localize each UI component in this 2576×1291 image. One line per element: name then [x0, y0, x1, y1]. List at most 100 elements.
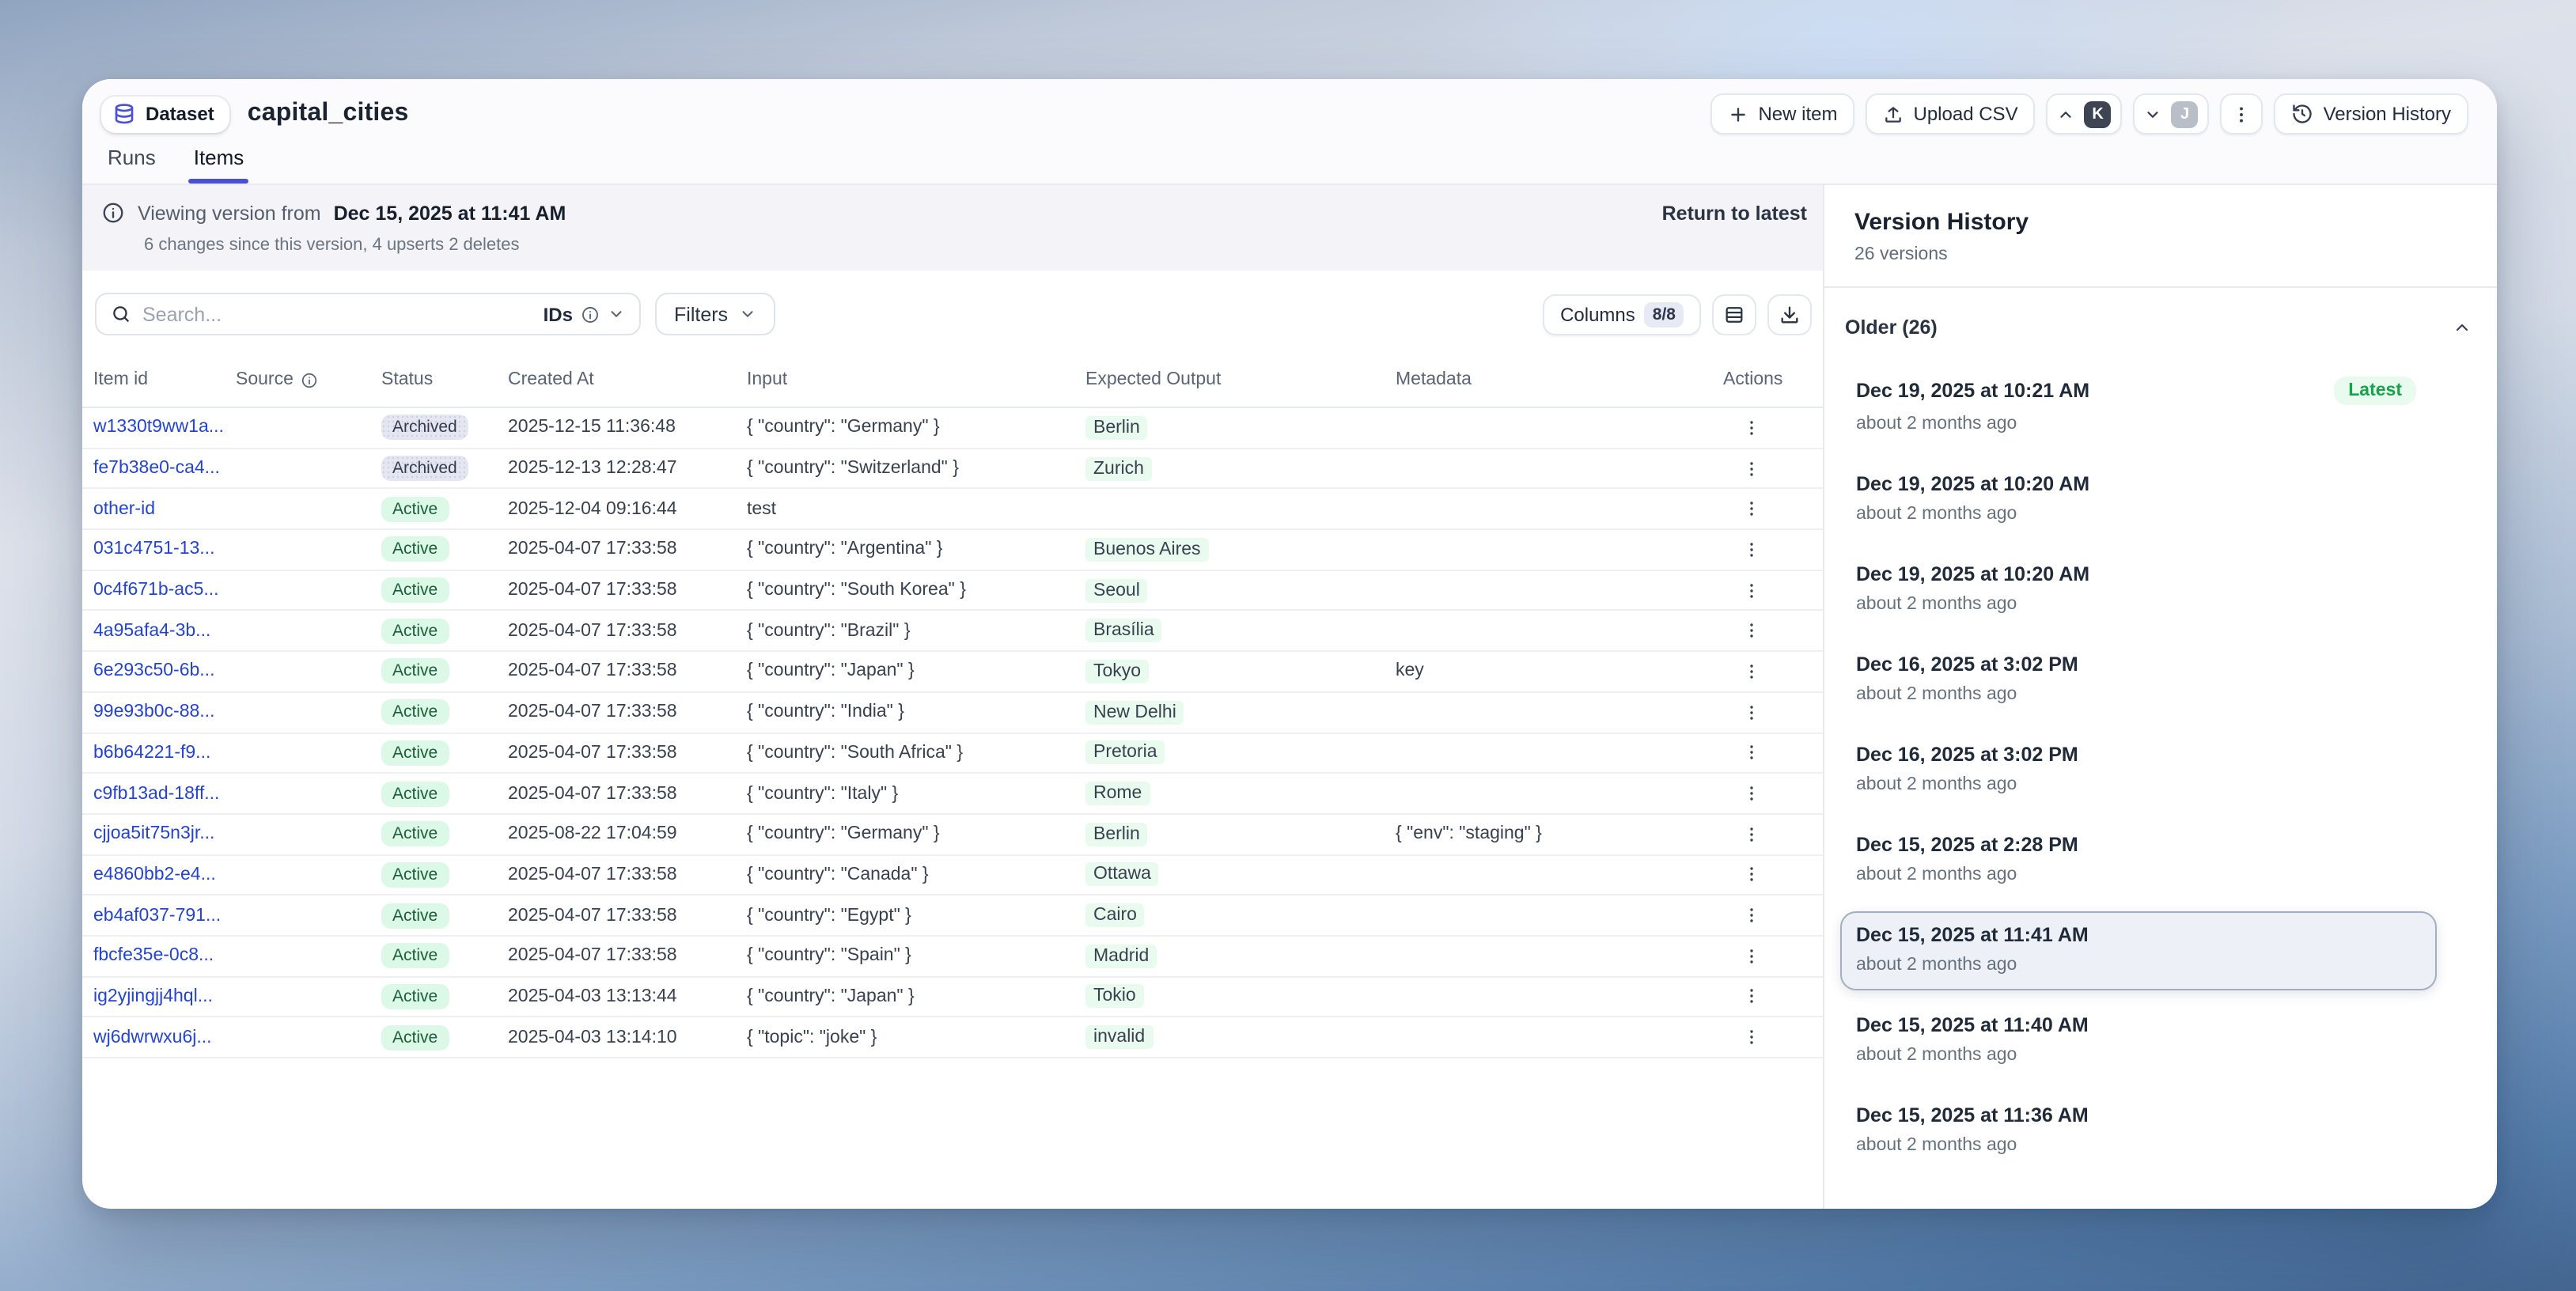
row-actions-kebab-icon[interactable] — [1736, 945, 1767, 968]
chevron-down-icon — [739, 305, 756, 323]
chevron-up-icon[interactable] — [2453, 318, 2472, 337]
table-row[interactable]: 0c4f671b-ac5... Active 2025-04-07 17:33:… — [82, 571, 1823, 611]
more-options-button[interactable] — [2221, 93, 2263, 134]
columns-button[interactable]: Columns 8/8 — [1543, 293, 1701, 335]
item-id-link[interactable]: cjjoa5it75n3jr... — [93, 824, 236, 843]
status-badge: Active — [381, 903, 449, 928]
table-row[interactable]: other-id Active 2025-12-04 09:16:44 test — [82, 490, 1823, 530]
collapse-user-k-button[interactable]: K — [2047, 93, 2123, 134]
row-actions-kebab-icon[interactable] — [1736, 456, 1767, 480]
table-row[interactable]: w1330t9ww1a... Archived 2025-12-15 11:36… — [82, 408, 1823, 449]
table-row[interactable]: 031c4751-13... Active 2025-04-07 17:33:5… — [82, 530, 1823, 570]
created-at-cell: 2025-12-13 12:28:47 — [508, 459, 747, 478]
status-cell: Active — [381, 699, 508, 725]
row-actions-kebab-icon[interactable] — [1736, 497, 1767, 521]
row-actions-kebab-icon[interactable] — [1736, 660, 1767, 683]
version-entry[interactable]: Dec 19, 2025 at 10:21 AM Latest about 2 … — [1840, 364, 2437, 449]
table-row[interactable]: ig2yjingjj4hql... Active 2025-04-03 13:1… — [82, 977, 1823, 1017]
dataset-window: Dataset capital_cities New item Up — [82, 79, 2497, 1209]
version-entry[interactable]: Dec 15, 2025 at 11:41 AM about 2 months … — [1840, 911, 2437, 990]
table-row[interactable]: 4a95afa4-3b... Active 2025-04-07 17:33:5… — [82, 611, 1823, 652]
column-header-status[interactable]: Status — [381, 370, 508, 389]
item-id-link[interactable]: b6b64221-f9... — [93, 744, 236, 763]
row-actions-kebab-icon[interactable] — [1736, 903, 1767, 927]
expected-output-cell: New Delhi — [1085, 702, 1396, 721]
input-cell: { "country": "Switzerland" } — [747, 459, 1085, 478]
version-entry[interactable]: Dec 16, 2025 at 3:02 PM about 2 months a… — [1840, 731, 2437, 810]
version-history-button[interactable]: Version History — [2275, 93, 2468, 134]
item-id-link[interactable]: 4a95afa4-3b... — [93, 622, 236, 641]
return-to-latest-link[interactable]: Return to latest — [1662, 202, 1807, 224]
input-cell: { "country": "Japan" } — [747, 987, 1085, 1006]
item-id-link[interactable]: eb4af037-791... — [93, 906, 236, 925]
table-row[interactable]: c9fb13ad-18ff... Active 2025-04-07 17:33… — [82, 774, 1823, 814]
row-actions-kebab-icon[interactable] — [1736, 1025, 1767, 1049]
older-section-header[interactable]: Older (26) — [1824, 288, 2497, 339]
actions-cell — [1723, 822, 1823, 846]
tab-runs[interactable]: Runs — [108, 146, 156, 184]
version-entry[interactable]: Dec 15, 2025 at 11:40 AM about 2 months … — [1840, 1001, 2437, 1081]
new-item-button[interactable]: New item — [1710, 93, 1854, 134]
status-badge: Archived — [381, 456, 468, 481]
upload-csv-button[interactable]: Upload CSV — [1866, 93, 2036, 134]
chevron-up-icon — [2058, 105, 2075, 123]
expected-output-cell: Pretoria — [1085, 744, 1396, 763]
expand-user-j-button[interactable]: J — [2134, 93, 2210, 134]
table-row[interactable]: fe7b38e0-ca4... Archived 2025-12-13 12:2… — [82, 449, 1823, 489]
table-row[interactable]: 99e93b0c-88... Active 2025-04-07 17:33:5… — [82, 693, 1823, 733]
row-actions-kebab-icon[interactable] — [1736, 619, 1767, 643]
table-row[interactable]: fbcfe35e-0c8... Active 2025-04-07 17:33:… — [82, 937, 1823, 977]
plus-icon — [1728, 104, 1748, 124]
row-actions-kebab-icon[interactable] — [1736, 985, 1767, 1009]
column-header-source[interactable]: Source — [236, 370, 381, 389]
actions-cell — [1723, 538, 1823, 562]
row-actions-kebab-icon[interactable] — [1736, 782, 1767, 805]
table-row[interactable]: eb4af037-791... Active 2025-04-07 17:33:… — [82, 896, 1823, 937]
version-entry[interactable]: Dec 16, 2025 at 3:02 PM about 2 months a… — [1840, 641, 2437, 720]
row-actions-kebab-icon[interactable] — [1736, 741, 1767, 765]
item-id-link[interactable]: 031c4751-13... — [93, 540, 236, 559]
filters-button[interactable]: Filters — [655, 293, 775, 335]
item-id-link[interactable]: fe7b38e0-ca4... — [93, 459, 236, 478]
column-header-input[interactable]: Input — [747, 370, 1085, 389]
column-header-created-at[interactable]: Created At — [508, 370, 747, 389]
item-id-link[interactable]: c9fb13ad-18ff... — [93, 784, 236, 803]
item-id-link[interactable]: wj6dwrwxu6j... — [93, 1028, 236, 1047]
item-id-link[interactable]: fbcfe35e-0c8... — [93, 947, 236, 966]
version-entry[interactable]: Dec 15, 2025 at 2:28 PM about 2 months a… — [1840, 821, 2437, 900]
row-height-button[interactable] — [1712, 293, 1756, 335]
search-icon — [111, 304, 131, 324]
row-actions-kebab-icon[interactable] — [1736, 578, 1767, 602]
version-entry[interactable]: Dec 15, 2025 at 11:36 AM about 2 months … — [1840, 1092, 2437, 1171]
status-cell: Active — [381, 1024, 508, 1050]
input-cell: { "topic": "joke" } — [747, 1028, 1085, 1047]
item-id-link[interactable]: 0c4f671b-ac5... — [93, 581, 236, 600]
table-row[interactable]: b6b64221-f9... Active 2025-04-07 17:33:5… — [82, 733, 1823, 774]
row-actions-kebab-icon[interactable] — [1736, 700, 1767, 724]
table-row[interactable]: wj6dwrwxu6j... Active 2025-04-03 13:14:1… — [82, 1018, 1823, 1058]
row-actions-kebab-icon[interactable] — [1736, 863, 1767, 887]
item-id-link[interactable]: ig2yjingjj4hql... — [93, 987, 236, 1006]
table-row[interactable]: 6e293c50-6b... Active 2025-04-07 17:33:5… — [82, 652, 1823, 692]
version-entry[interactable]: Dec 19, 2025 at 10:20 AM about 2 months … — [1840, 551, 2437, 630]
item-id-link[interactable]: 99e93b0c-88... — [93, 702, 236, 721]
column-header-item-id[interactable]: Item id — [93, 370, 236, 389]
row-actions-kebab-icon[interactable] — [1736, 822, 1767, 846]
download-button[interactable] — [1767, 293, 1812, 335]
search-mode-dropdown[interactable]: IDs — [544, 303, 625, 325]
actions-cell — [1723, 700, 1823, 724]
row-actions-kebab-icon[interactable] — [1736, 538, 1767, 562]
item-id-link[interactable]: other-id — [93, 499, 236, 518]
version-entry[interactable]: Dec 19, 2025 at 10:20 AM about 2 months … — [1840, 460, 2437, 539]
column-header-metadata[interactable]: Metadata — [1396, 370, 1723, 389]
item-id-link[interactable]: 6e293c50-6b... — [93, 662, 236, 681]
table-row[interactable]: e4860bb2-e4... Active 2025-04-07 17:33:5… — [82, 855, 1823, 895]
item-id-link[interactable]: e4860bb2-e4... — [93, 865, 236, 884]
row-actions-kebab-icon[interactable] — [1736, 416, 1767, 440]
item-id-link[interactable]: w1330t9ww1a... — [93, 418, 236, 437]
column-header-expected-output[interactable]: Expected Output — [1085, 370, 1396, 389]
table-row[interactable]: cjjoa5it75n3jr... Active 2025-08-22 17:0… — [82, 815, 1823, 855]
search-input[interactable]: Search... IDs — [95, 293, 641, 335]
tab-items[interactable]: Items — [194, 146, 244, 184]
created-at-cell: 2025-04-07 17:33:58 — [508, 865, 747, 884]
